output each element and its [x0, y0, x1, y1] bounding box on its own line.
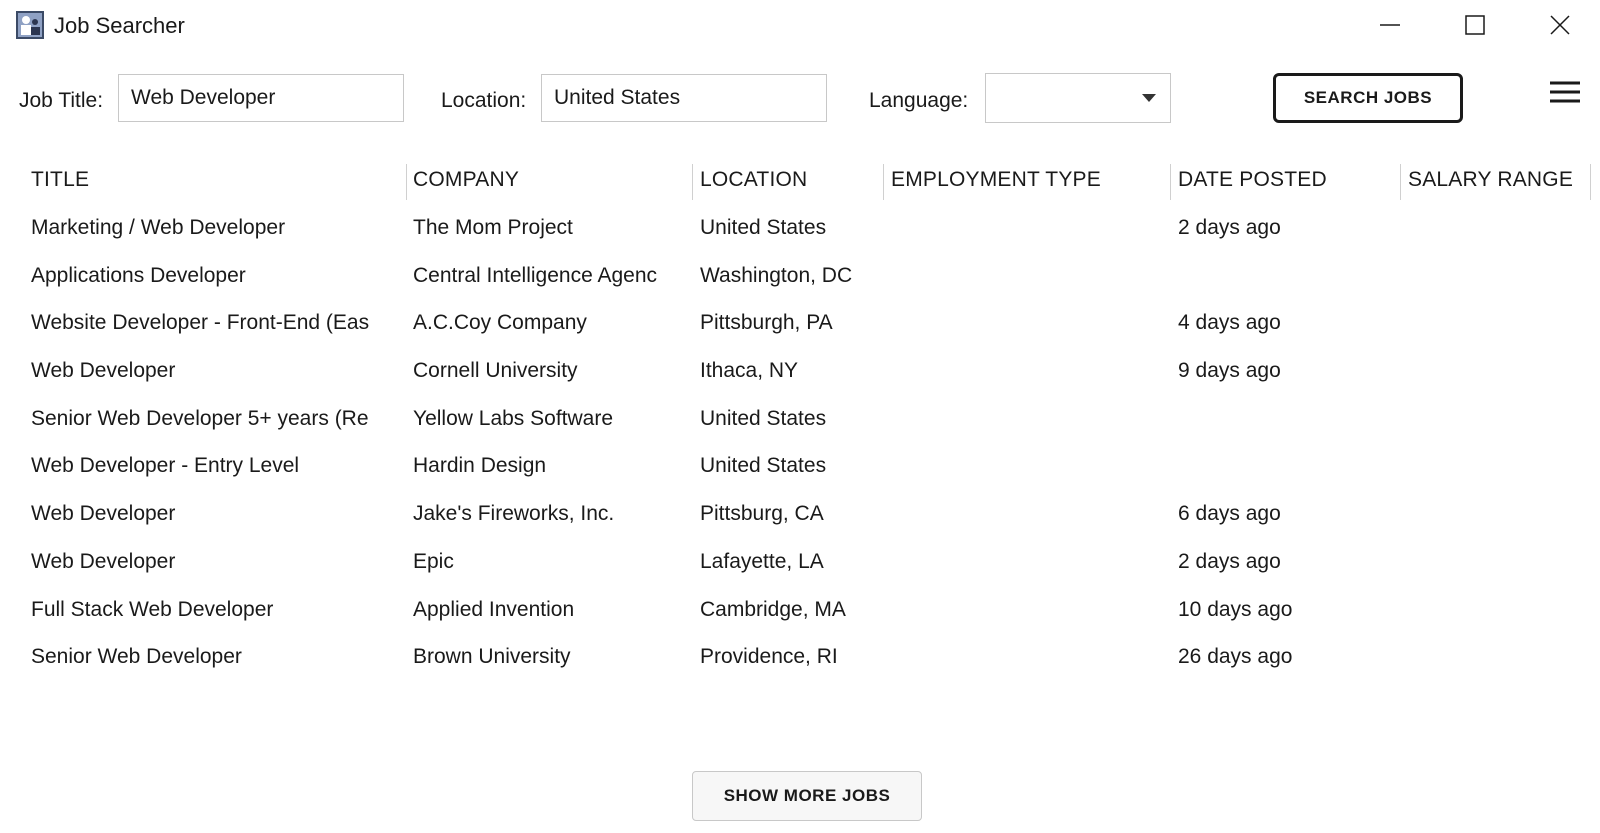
- cell-date-posted: 9 days ago: [1178, 359, 1281, 383]
- jobs-table: TITLE COMPANY LOCATION EMPLOYMENT TYPE D…: [0, 160, 1600, 683]
- hamburger-menu-icon[interactable]: [1548, 78, 1582, 106]
- minimize-button[interactable]: [1350, 0, 1430, 50]
- cell-title: Applications Developer: [31, 263, 246, 287]
- table-header: TITLE COMPANY LOCATION EMPLOYMENT TYPE D…: [0, 160, 1600, 206]
- cell-date-posted: 26 days ago: [1178, 645, 1293, 669]
- table-row[interactable]: Marketing / Web Developer The Mom Project…: [0, 206, 1600, 254]
- cell-location: United States: [700, 454, 827, 478]
- cell-company: Applied Invention: [413, 597, 575, 621]
- cell-location: Lafayette, LA: [700, 549, 824, 573]
- cell-date-posted: 6 days ago: [1178, 502, 1281, 526]
- app-icon: [16, 11, 44, 39]
- close-button[interactable]: [1520, 0, 1600, 50]
- column-divider[interactable]: [692, 164, 693, 200]
- cell-company: The Mom Project: [413, 216, 573, 239]
- cell-date-posted: 2 days ago: [1178, 549, 1281, 573]
- app-window: Job Searcher Job Title: Location: Langua…: [0, 0, 1600, 833]
- cell-company: Jake's Fireworks, Inc.: [413, 502, 615, 526]
- column-header-date-posted[interactable]: DATE POSTED: [1178, 168, 1398, 192]
- cell-company: Brown University: [413, 645, 571, 669]
- table-row[interactable]: Senior Web Developer 5+ years (Re Yellow …: [0, 397, 1600, 445]
- table-row[interactable]: Applications Developer Central Intelligen…: [0, 254, 1600, 302]
- table-row[interactable]: Web Developer Jake's Fireworks, Inc. Pitts…: [0, 492, 1600, 540]
- window-title: Job Searcher: [54, 13, 185, 38]
- language-label: Language:: [869, 89, 969, 112]
- job-title-input[interactable]: [118, 74, 404, 122]
- column-divider[interactable]: [883, 164, 884, 200]
- cell-company: Hardin Design: [413, 454, 547, 478]
- column-divider[interactable]: [1400, 164, 1401, 200]
- cell-location: Pittsburg, CA: [700, 502, 824, 526]
- column-header-company[interactable]: COMPANY: [413, 168, 678, 192]
- language-select[interactable]: [985, 73, 1171, 123]
- column-divider[interactable]: [1170, 164, 1171, 200]
- cell-location: Washington, DC: [700, 263, 853, 287]
- search-jobs-button[interactable]: SEARCH JOBS: [1273, 73, 1463, 123]
- cell-date-posted: 2 days ago: [1178, 216, 1281, 239]
- cell-location: Providence, RI: [700, 645, 838, 669]
- cell-company: Central Intelligence Agenc: [413, 263, 657, 287]
- maximize-button[interactable]: [1435, 0, 1515, 50]
- close-icon: [1550, 15, 1570, 35]
- cell-company: A.C.Coy Company: [413, 311, 587, 335]
- cell-location: United States: [700, 216, 827, 239]
- column-header-location[interactable]: LOCATION: [700, 168, 880, 192]
- location-input[interactable]: [541, 74, 827, 122]
- cell-title: Marketing / Web Developer: [31, 216, 286, 239]
- table-row[interactable]: Website Developer - Front-End (Eas A.C.Co…: [0, 301, 1600, 349]
- title-bar: Job Searcher: [0, 0, 1600, 50]
- cell-company: Epic: [413, 549, 454, 573]
- cell-company: Cornell University: [413, 359, 578, 383]
- column-header-salary-range[interactable]: SALARY RANGE: [1408, 168, 1588, 192]
- table-row[interactable]: Web Developer Cornell University Ithaca, N…: [0, 349, 1600, 397]
- table-row[interactable]: Full Stack Web Developer Applied Inventio…: [0, 588, 1600, 636]
- job-title-label: Job Title:: [19, 89, 104, 112]
- cell-title: Web Developer: [31, 549, 176, 573]
- column-header-title[interactable]: TITLE: [31, 168, 396, 192]
- cell-date-posted: 10 days ago: [1178, 597, 1293, 621]
- table-row[interactable]: Web Developer Epic Lafayette, LA 2 days ago: [0, 540, 1600, 588]
- chevron-down-icon: [1142, 94, 1156, 102]
- cell-title: Full Stack Web Developer: [31, 597, 274, 621]
- cell-location: United States: [700, 406, 827, 430]
- column-divider[interactable]: [1590, 164, 1591, 200]
- show-more-jobs-button[interactable]: SHOW MORE JOBS: [692, 771, 922, 821]
- cell-title: Web Developer - Entry Level: [31, 454, 300, 478]
- cell-company: Yellow Labs Software: [413, 406, 614, 430]
- cell-location: Pittsburgh, PA: [700, 311, 833, 335]
- minimize-icon: [1380, 24, 1400, 26]
- column-divider[interactable]: [406, 164, 407, 200]
- cell-title: Web Developer: [31, 359, 176, 383]
- location-label: Location:: [441, 89, 527, 112]
- maximize-icon: [1465, 15, 1485, 35]
- column-header-employment-type[interactable]: EMPLOYMENT TYPE: [891, 168, 1161, 192]
- cell-title: Senior Web Developer 5+ years (Re: [31, 406, 369, 430]
- table-body: Marketing / Web Developer The Mom Project…: [0, 206, 1600, 683]
- cell-title: Web Developer: [31, 502, 176, 526]
- table-row[interactable]: Senior Web Developer Brown University Prov…: [0, 635, 1600, 683]
- cell-date-posted: 4 days ago: [1178, 311, 1281, 335]
- cell-title: Website Developer - Front-End (Eas: [31, 311, 370, 335]
- cell-location: Cambridge, MA: [700, 597, 846, 621]
- cell-location: Ithaca, NY: [700, 359, 799, 383]
- cell-title: Senior Web Developer: [31, 645, 242, 669]
- table-row[interactable]: Web Developer - Entry Level Hardin Design…: [0, 444, 1600, 492]
